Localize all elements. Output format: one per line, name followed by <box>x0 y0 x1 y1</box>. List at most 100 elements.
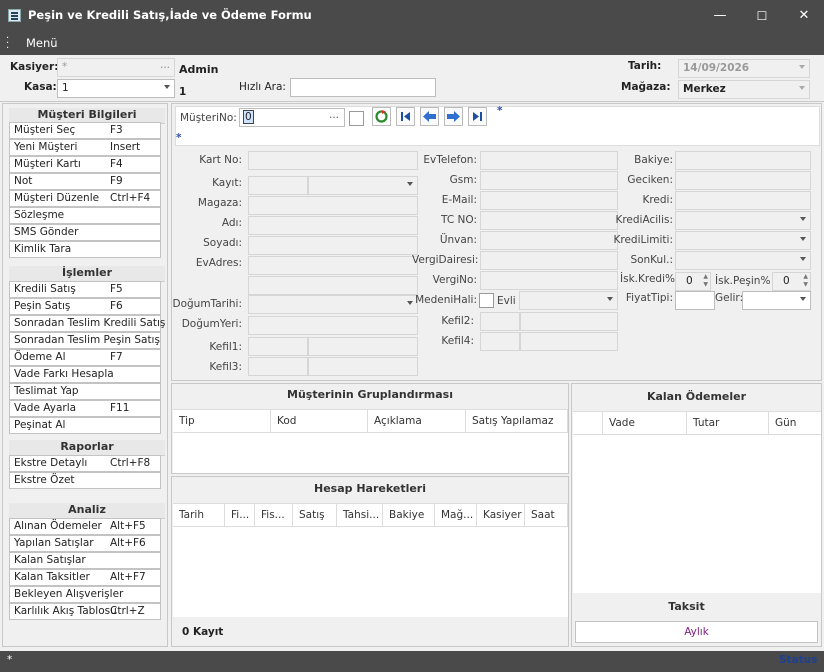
unvan-input[interactable] <box>480 231 618 250</box>
sidebar-analiz-item[interactable]: Bekleyen Alışverişler <box>9 586 161 603</box>
vergi-dairesi-input[interactable] <box>480 251 618 270</box>
magaza-input[interactable] <box>248 196 418 215</box>
kredi-limiti-select[interactable] <box>675 231 811 250</box>
sidebar-islemler-item[interactable]: Vade Ayarla F11 <box>9 400 161 417</box>
kayit-select[interactable] <box>308 176 418 195</box>
tc-no-input[interactable] <box>480 211 618 230</box>
column-header[interactable]: Bakiye <box>383 504 435 526</box>
fiyat-tipi-input[interactable] <box>675 291 715 310</box>
kefil4-code[interactable] <box>480 332 520 351</box>
next-record-icon[interactable] <box>444 107 463 126</box>
isk-pesin-spinner[interactable]: 0 ▲ ▼ <box>772 272 811 291</box>
sidebar-islemler-item[interactable]: Ödeme Al F7 <box>9 349 161 366</box>
column-header[interactable]: Mağ... <box>435 504 477 526</box>
sidebar-islemler-item[interactable]: Teslimat Yap <box>9 383 161 400</box>
kasa-select[interactable]: 1 <box>57 79 175 98</box>
sidebar-musteri-item[interactable]: Kimlik Tara <box>9 241 161 258</box>
kasiyer-field[interactable]: *... <box>57 58 175 77</box>
column-header[interactable]: Saat <box>525 504 568 526</box>
hizli-ara-input[interactable] <box>290 78 436 97</box>
sidebar-musteri-item[interactable]: Müşteri Seç F3 <box>9 122 161 139</box>
close-button[interactable]: ✕ <box>794 6 814 26</box>
last-record-icon[interactable] <box>468 107 487 126</box>
column-header[interactable]: Satış Yapılamaz <box>466 410 568 432</box>
sidebar-item-label: Kalan Satışlar <box>14 554 86 566</box>
maximize-button[interactable]: ☐ <box>752 6 772 26</box>
ev-adres-input-1[interactable] <box>248 256 418 275</box>
column-header[interactable]: Kasiyer <box>477 504 525 526</box>
musteri-no-input[interactable]: 0... <box>239 108 345 127</box>
sidebar-musteri-item[interactable]: Not F9 <box>9 173 161 190</box>
menu-item-menu[interactable]: Menü <box>26 36 58 50</box>
previous-record-icon[interactable] <box>420 107 439 126</box>
column-header[interactable]: Kod <box>271 410 368 432</box>
column-header[interactable]: Tahsi... <box>337 504 383 526</box>
column-header[interactable]: Gün <box>769 412 821 434</box>
ev-adres-input-2[interactable] <box>248 276 418 295</box>
kefil3-name[interactable] <box>308 357 418 376</box>
sidebar-islemler-item[interactable]: Peşinat Al <box>9 417 161 434</box>
sidebar-musteri-item[interactable]: Yeni Müşteri Insert <box>9 139 161 156</box>
column-header[interactable]: Tarih <box>173 504 225 526</box>
required-marker: * <box>497 105 503 117</box>
kayit-field[interactable] <box>248 176 308 195</box>
column-header[interactable]: Tutar <box>687 412 769 434</box>
kefil1-code[interactable] <box>248 337 308 356</box>
sidebar-musteri-item[interactable]: Müşteri Düzenle Ctrl+F4 <box>9 190 161 207</box>
kalan-grid[interactable] <box>573 435 821 593</box>
isk-kredi-spinner[interactable]: 0 ▲ ▼ <box>675 272 711 291</box>
gruplandirma-grid[interactable] <box>173 433 568 473</box>
sidebar-musteri-item[interactable]: SMS Gönder <box>9 224 161 241</box>
gelir-select[interactable] <box>742 291 811 310</box>
minimize-button[interactable]: — <box>710 6 730 26</box>
column-header[interactable]: Fi... <box>225 504 255 526</box>
sidebar-raporlar-item[interactable]: Ekstre Özet <box>9 472 161 489</box>
kredi-acilis-select[interactable] <box>675 211 811 230</box>
kart-no-field[interactable] <box>248 151 418 170</box>
hareketler-grid[interactable] <box>173 527 568 617</box>
first-record-icon[interactable] <box>396 107 415 126</box>
column-header[interactable]: Satış <box>293 504 337 526</box>
sidebar-islemler-item[interactable]: Kredili Satış F5 <box>9 281 161 298</box>
sidebar-analiz-item[interactable]: Kalan Satışlar <box>9 552 161 569</box>
sidebar-musteri-item[interactable]: Sözleşme <box>9 207 161 224</box>
sidebar-raporlar-item[interactable]: Ekstre Detaylı Ctrl+F8 <box>9 455 161 472</box>
soyadi-input[interactable] <box>248 236 418 255</box>
column-header[interactable]: Vade <box>603 412 687 434</box>
dogum-yeri-input[interactable] <box>248 316 418 335</box>
column-header[interactable]: Fis... <box>255 504 293 526</box>
sidebar-analiz-item[interactable]: Alınan Ödemeler Alt+F5 <box>9 518 161 535</box>
column-header[interactable] <box>573 412 603 434</box>
sidebar-musteri-item[interactable]: Müşteri Kartı F4 <box>9 156 161 173</box>
kefil3-code[interactable] <box>248 357 308 376</box>
gsm-input[interactable] <box>480 171 618 190</box>
medeni-hali-select[interactable] <box>519 291 618 310</box>
refresh-icon[interactable] <box>372 107 391 126</box>
sidebar-item-label: Ödeme Al <box>14 351 66 363</box>
sidebar-islemler-item[interactable]: Sonradan Teslim Peşin Satış <box>9 332 161 349</box>
dogum-tarihi-select[interactable] <box>248 295 418 314</box>
tarih-field[interactable]: 14/09/2026 <box>678 59 810 78</box>
sidebar-islemler-item[interactable]: Peşin Satış F6 <box>9 298 161 315</box>
son-kul-select[interactable] <box>675 251 811 270</box>
sidebar-islemler-item[interactable]: Sonradan Teslim Kredili Satış <box>9 315 165 332</box>
sidebar-item-label: Kredili Satış <box>14 283 76 295</box>
kefil4-name[interactable] <box>520 332 618 351</box>
magaza-field[interactable]: Merkez <box>678 80 810 99</box>
kefil2-name[interactable] <box>520 312 618 331</box>
adi-input[interactable] <box>248 216 418 235</box>
kefil2-code[interactable] <box>480 312 520 331</box>
column-header[interactable]: Tip <box>173 410 271 432</box>
aylik-button[interactable]: Aylık <box>575 621 818 643</box>
email-input[interactable] <box>480 191 618 210</box>
ev-telefon-input[interactable] <box>480 151 618 170</box>
kefil1-name[interactable] <box>308 337 418 356</box>
musteri-checkbox[interactable] <box>349 111 364 126</box>
sidebar-analiz-item[interactable]: Karlılık Akış Tablosu Ctrl+Z <box>9 603 161 620</box>
sidebar-analiz-item[interactable]: Kalan Taksitler Alt+F7 <box>9 569 161 586</box>
evli-checkbox[interactable] <box>479 293 494 308</box>
column-header[interactable]: Açıklama <box>368 410 466 432</box>
sidebar-islemler-item[interactable]: Vade Farkı Hesapla <box>9 366 161 383</box>
vergi-no-input[interactable] <box>480 271 618 290</box>
sidebar-analiz-item[interactable]: Yapılan Satışlar Alt+F6 <box>9 535 161 552</box>
